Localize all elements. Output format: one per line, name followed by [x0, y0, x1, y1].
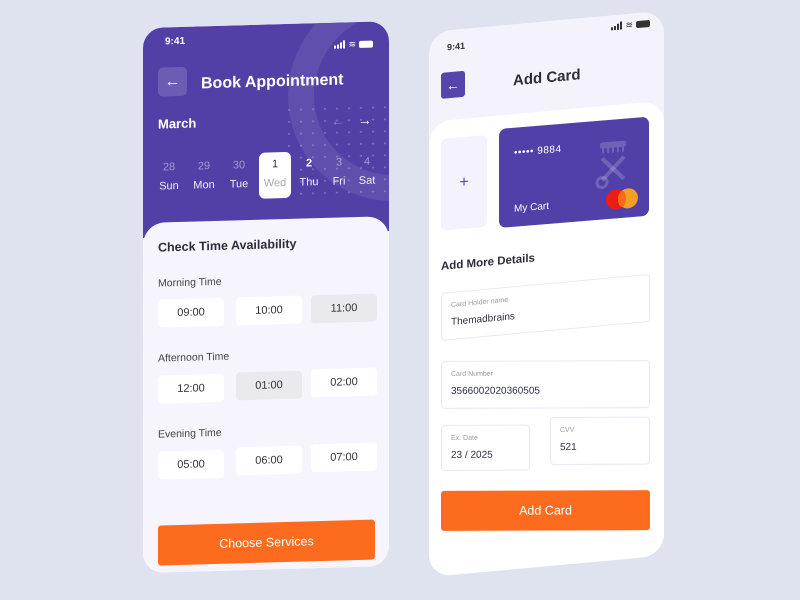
- mastercard-logo: [606, 187, 640, 211]
- expiry-date-field[interactable]: Ex. Date 23 / 2025: [441, 424, 530, 471]
- afternoon-label: Afternoon Time: [158, 350, 230, 365]
- time-slot[interactable]: 10:00: [236, 295, 302, 326]
- day-number: 1: [271, 158, 279, 171]
- card-number-field[interactable]: Card Number 3566002020360505: [441, 360, 650, 409]
- day-number: 2: [305, 157, 313, 170]
- battery-icon: [359, 40, 373, 48]
- arrow-left-icon: ←: [446, 76, 460, 94]
- appointment-header: 9:41 ≋ ← Book Appointment March ← → 28 S…: [143, 21, 389, 238]
- time-slot-selected[interactable]: 01:00: [236, 370, 302, 401]
- day-item[interactable]: 29 Mon: [188, 154, 220, 201]
- back-button[interactable]: ←: [441, 70, 465, 99]
- field-value: Themadbrains: [451, 311, 515, 328]
- arrow-left-icon: ←: [164, 72, 181, 90]
- day-name: Mon: [193, 178, 215, 192]
- signal-icon: [334, 40, 346, 49]
- day-item[interactable]: 30 Tue: [223, 153, 255, 200]
- day-item[interactable]: 4 Sat: [351, 149, 383, 196]
- day-item-selected[interactable]: 1 Wed: [259, 151, 291, 199]
- scissors-comb-icon: [595, 140, 626, 190]
- day-number: 4: [363, 155, 371, 168]
- add-new-card-button[interactable]: +: [441, 134, 487, 231]
- evening-label: Evening Time: [158, 426, 222, 441]
- status-time: 9:41: [447, 40, 466, 53]
- wifi-icon: ≋: [348, 39, 356, 50]
- field-value: 3566002020360505: [451, 385, 540, 397]
- day-number: 28: [162, 161, 176, 174]
- day-name: Thu: [299, 176, 319, 189]
- day-name: Wed: [263, 176, 287, 190]
- day-selector: 28 Sun 29 Mon 30 Tue 1 Wed 2 Thu 3 Fri 4…: [153, 149, 383, 205]
- card-masked-number: ••••• 9884: [514, 143, 562, 159]
- signal-icon: [611, 21, 623, 31]
- field-label: Card Number: [451, 370, 494, 378]
- morning-label: Morning Time: [158, 275, 222, 290]
- section-title: Check Time Availability: [158, 236, 297, 255]
- book-appointment-screen: 9:41 ≋ ← Book Appointment March ← → 28 S…: [143, 21, 389, 573]
- arrow-left-icon: ←: [331, 112, 345, 129]
- card-form-panel: + ••••• 9884 My Cart Add More Details Ca…: [429, 100, 664, 577]
- time-slot[interactable]: 07:00: [311, 442, 377, 473]
- back-button[interactable]: ←: [158, 66, 187, 97]
- day-name: Sat: [358, 174, 376, 187]
- time-slot[interactable]: 12:00: [158, 373, 224, 404]
- battery-icon: [636, 19, 650, 28]
- arrow-right-icon: →: [358, 111, 372, 128]
- field-value: 23 / 2025: [451, 449, 493, 461]
- status-time: 9:41: [165, 35, 186, 48]
- time-slot[interactable]: 02:00: [311, 367, 377, 398]
- add-card-screen: 9:41 ≋ ← Add Card + ••••• 9884 My Cart A…: [429, 10, 664, 577]
- status-icons: ≋: [334, 39, 373, 50]
- credit-card[interactable]: ••••• 9884 My Cart: [499, 116, 649, 228]
- next-month-button[interactable]: →: [358, 112, 372, 128]
- time-slot[interactable]: 05:00: [158, 449, 224, 480]
- day-number: 30: [232, 159, 246, 172]
- day-item[interactable]: 2 Thu: [293, 151, 325, 198]
- field-label: CVV: [560, 426, 575, 434]
- time-slot[interactable]: 09:00: [158, 297, 224, 328]
- card-holder-field[interactable]: Card Holder name Themadbrains: [441, 273, 650, 341]
- add-card-button[interactable]: Add Card: [441, 490, 650, 531]
- day-number: 29: [197, 160, 211, 173]
- field-label: Card Holder name: [451, 296, 509, 309]
- time-slot-selected[interactable]: 11:00: [311, 293, 377, 324]
- day-name: Sun: [159, 180, 179, 193]
- status-icons: ≋: [611, 19, 650, 31]
- time-slot[interactable]: 06:00: [236, 445, 302, 476]
- day-item[interactable]: 28 Sun: [153, 155, 185, 202]
- card-name: My Cart: [514, 200, 549, 215]
- prev-month-button[interactable]: ←: [331, 112, 345, 128]
- section-title: Add More Details: [441, 252, 535, 273]
- field-label: Ex. Date: [451, 434, 478, 442]
- plus-icon: +: [459, 173, 469, 192]
- month-label: March: [158, 115, 197, 132]
- cvv-field[interactable]: CVV 521: [550, 416, 650, 465]
- page-title: Add Card: [513, 66, 581, 90]
- day-name: Tue: [229, 178, 249, 191]
- wifi-icon: ≋: [625, 19, 633, 31]
- time-availability-panel: Check Time Availability Morning Time 09:…: [143, 216, 389, 573]
- choose-services-button[interactable]: Choose Services: [158, 519, 375, 566]
- field-value: 521: [560, 441, 577, 453]
